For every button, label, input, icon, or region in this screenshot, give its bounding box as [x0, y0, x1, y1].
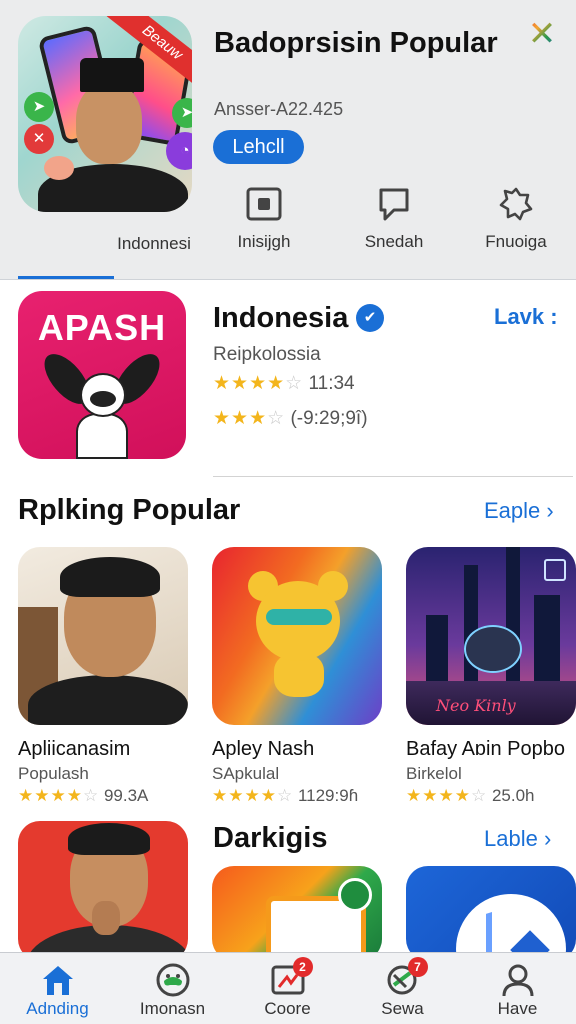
- speech-bubble-icon: [379, 188, 409, 221]
- darkigis-card-image[interactable]: [18, 821, 188, 961]
- popular-card-name[interactable]: Apliicanasim: [18, 738, 130, 761]
- tab-label: Adnding: [26, 999, 89, 1018]
- featured-title[interactable]: Indonesia: [213, 302, 348, 335]
- star-rating: ★★★★☆: [18, 786, 100, 805]
- featured-app-icon[interactable]: APASH: [18, 291, 186, 459]
- rating-value: (-9:29;9î): [290, 408, 368, 429]
- tab-profile[interactable]: Have: [460, 953, 576, 1024]
- person-face: [76, 82, 142, 164]
- tab-label: Snedah: [364, 232, 424, 251]
- rating-value: 25.0h: [491, 786, 535, 805]
- notification-badge: 2: [292, 957, 313, 977]
- popular-card-image[interactable]: [212, 547, 382, 725]
- camera-icon: [246, 187, 282, 221]
- app-title: Badoprsisin Popular: [214, 27, 498, 59]
- featured-icon-text: APASH: [37, 307, 167, 348]
- apps-icon-wrap: 2: [269, 957, 313, 999]
- tab-apps[interactable]: 2 Coore: [230, 953, 345, 1024]
- tab-search[interactable]: 7 Sewa: [345, 953, 460, 1024]
- rating-value: 99.3A: [103, 786, 149, 805]
- game-controller-icon: [156, 963, 189, 997]
- popular-card-rating: ★★★★☆ 1129:9ɦ: [212, 786, 358, 806]
- tab-label: Have: [497, 999, 538, 1018]
- bear-mask: [266, 609, 332, 625]
- rating-value: 1129:9ɦ: [297, 786, 359, 805]
- darkigis-section-title: Darkigis: [213, 822, 328, 854]
- city-building: [534, 595, 560, 685]
- popular-see-all-link[interactable]: Eaple ›: [484, 498, 554, 524]
- darkigis-card-image[interactable]: [212, 866, 382, 961]
- tab-label: Indonnesi: [117, 234, 191, 253]
- featured-rating-2: ★★★☆ (-9:29;9î): [213, 407, 368, 430]
- bunny-mouth: [90, 391, 116, 407]
- rating-value: 11:34: [308, 373, 355, 394]
- section-divider: [213, 476, 573, 477]
- star-rating: ★★★☆: [213, 408, 286, 429]
- tab-games[interactable]: Imonasn: [115, 953, 230, 1024]
- app-subtitle: Ansser-A22.425: [214, 99, 344, 119]
- search-icon-wrap: 7: [384, 957, 428, 999]
- popular-card-category: Populash: [18, 764, 89, 783]
- creature-illustration: [464, 625, 522, 673]
- header-divider: [0, 279, 576, 280]
- app-header: Beauw ➤ ✕ ➤ ◔ Badoprsisin Popular Ansser…: [0, 0, 576, 280]
- close-icon: ✕: [24, 124, 54, 154]
- edit-icon[interactable]: [544, 559, 566, 581]
- home-icon: [42, 966, 73, 995]
- chat-icon: ◔: [166, 132, 192, 170]
- tab-snedah[interactable]: Snedah: [352, 186, 436, 252]
- pet-illustration: [44, 156, 74, 180]
- tab-label: Coore: [264, 999, 311, 1018]
- tab-label: Sewa: [381, 999, 424, 1018]
- person-shirt: [28, 675, 188, 725]
- person-hat: [80, 58, 144, 92]
- send-icon: ➤: [24, 92, 54, 122]
- darkigis-see-all-link[interactable]: Lable ›: [484, 826, 551, 852]
- popular-card-image[interactable]: [18, 547, 188, 725]
- bunny-body: [76, 413, 128, 459]
- popular-card-image[interactable]: Neo Kinly: [406, 547, 576, 725]
- check-icon: [338, 878, 372, 912]
- star-rating: ★★★★☆: [213, 373, 304, 394]
- popular-card-name[interactable]: Apley Nash: [212, 738, 314, 761]
- star-rating: ★★★★☆: [406, 786, 488, 805]
- tab-label: Inisijgh: [237, 232, 291, 251]
- tab-label: Fnuoiga: [485, 232, 547, 251]
- popular-card-rating: ★★★★☆ 25.0h: [406, 786, 535, 806]
- featured-rating-1: ★★★★☆ 11:34: [213, 372, 355, 395]
- bottom-tab-bar: Adnding Imonasn 2 Coore 7 Sewa Have: [0, 952, 576, 1024]
- popular-card-rating: ★★★★☆ 99.3A: [18, 786, 148, 806]
- notification-badge: 7: [407, 957, 428, 977]
- person-hair: [68, 823, 150, 855]
- tab-label: Imonasn: [139, 999, 206, 1018]
- app-hero-image[interactable]: Beauw ➤ ✕ ➤ ◔: [18, 16, 192, 212]
- badge-icon: [499, 187, 533, 221]
- close-icon[interactable]: ✕: [524, 16, 560, 52]
- tab-home[interactable]: Adnding: [0, 953, 115, 1024]
- featured-link[interactable]: Lavk :: [494, 304, 558, 330]
- popular-card-category: SApkulal: [212, 764, 280, 783]
- profile-icon: [502, 964, 534, 997]
- popular-card-name[interactable]: Bafay Aɒin Popbo: [406, 738, 565, 761]
- popular-card-category: Birkelol: [406, 764, 462, 783]
- get-button[interactable]: Lehcll: [213, 130, 304, 164]
- darkigis-card-image[interactable]: [406, 866, 576, 961]
- person-hair: [60, 557, 160, 597]
- featured-subtitle: Reipkolossia: [213, 344, 321, 365]
- popular-section-title: Rplking Popular: [18, 494, 241, 526]
- star-rating: ★★★★☆: [212, 786, 294, 805]
- verified-icon: ✔: [356, 304, 384, 332]
- image-signature: Neo Kinly: [436, 696, 516, 715]
- tab-indonnesi[interactable]: Indonnesi: [106, 234, 202, 254]
- tab-inisijgh[interactable]: Inisijgh: [222, 186, 306, 252]
- city-building: [426, 615, 448, 685]
- tab-fnuoiga[interactable]: Fnuoiga: [474, 186, 558, 252]
- person-hand: [92, 901, 120, 935]
